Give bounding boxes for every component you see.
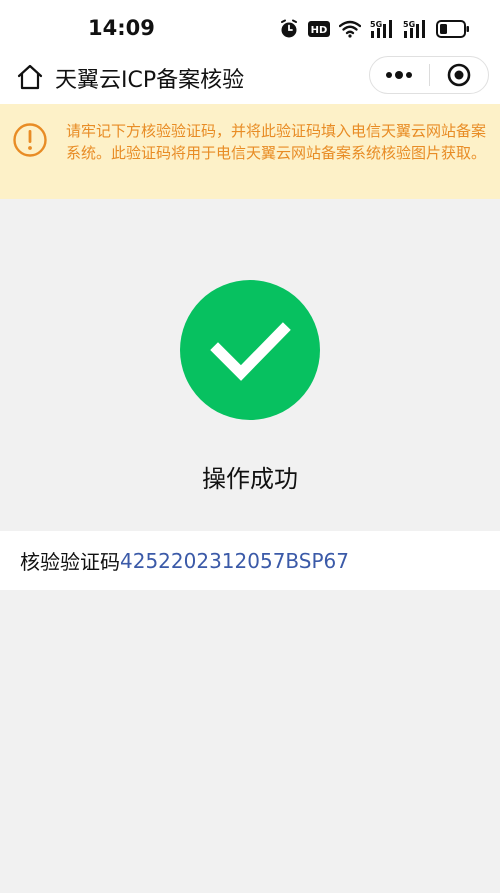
home-icon [17, 64, 43, 90]
wifi-icon [339, 20, 361, 38]
page-title: 天翼云ICP备案核验 [55, 68, 245, 93]
battery-icon [436, 20, 469, 38]
nav-bar: 天翼云ICP备案核验 [0, 56, 500, 104]
verification-code-row: 核验验证码 4252202312057BSP67 [0, 531, 500, 590]
hd-label: HD [311, 25, 328, 36]
mini-program-close-icon [447, 63, 471, 87]
network-label: 5G [370, 20, 382, 29]
verification-code-value[interactable]: 4252202312057BSP67 [120, 549, 349, 573]
home-button[interactable] [14, 61, 46, 93]
hd-icon: HD [308, 21, 330, 37]
close-mini-program-button[interactable] [429, 57, 488, 93]
more-dots-icon [386, 71, 413, 79]
capsule-menu [369, 56, 489, 94]
notice-text: 请牢记下方核验验证码，并将此验证码填入电信天翼云网站备案系统。此验证码将用于电信… [66, 122, 487, 162]
status-time: 14:09 [88, 16, 155, 40]
status-icons: HD 5G 5G [279, 18, 470, 40]
success-check-icon [180, 280, 320, 420]
signal-5g-icon: 5G [403, 20, 425, 38]
more-button[interactable] [370, 57, 429, 93]
status-bar: 14:09 HD 5G 5G [0, 0, 500, 56]
network-label: 5G [403, 20, 415, 29]
success-area: 操作成功 [0, 199, 500, 531]
success-message: 操作成功 [202, 465, 298, 493]
alarm-icon [281, 19, 297, 38]
signal-5g-icon: 5G [370, 20, 392, 38]
verification-code-label: 核验验证码 [20, 550, 120, 574]
notice-banner: 请牢记下方核验验证码，并将此验证码填入电信天翼云网站备案系统。此验证码将用于电信… [0, 104, 500, 199]
info-icon [13, 123, 47, 157]
